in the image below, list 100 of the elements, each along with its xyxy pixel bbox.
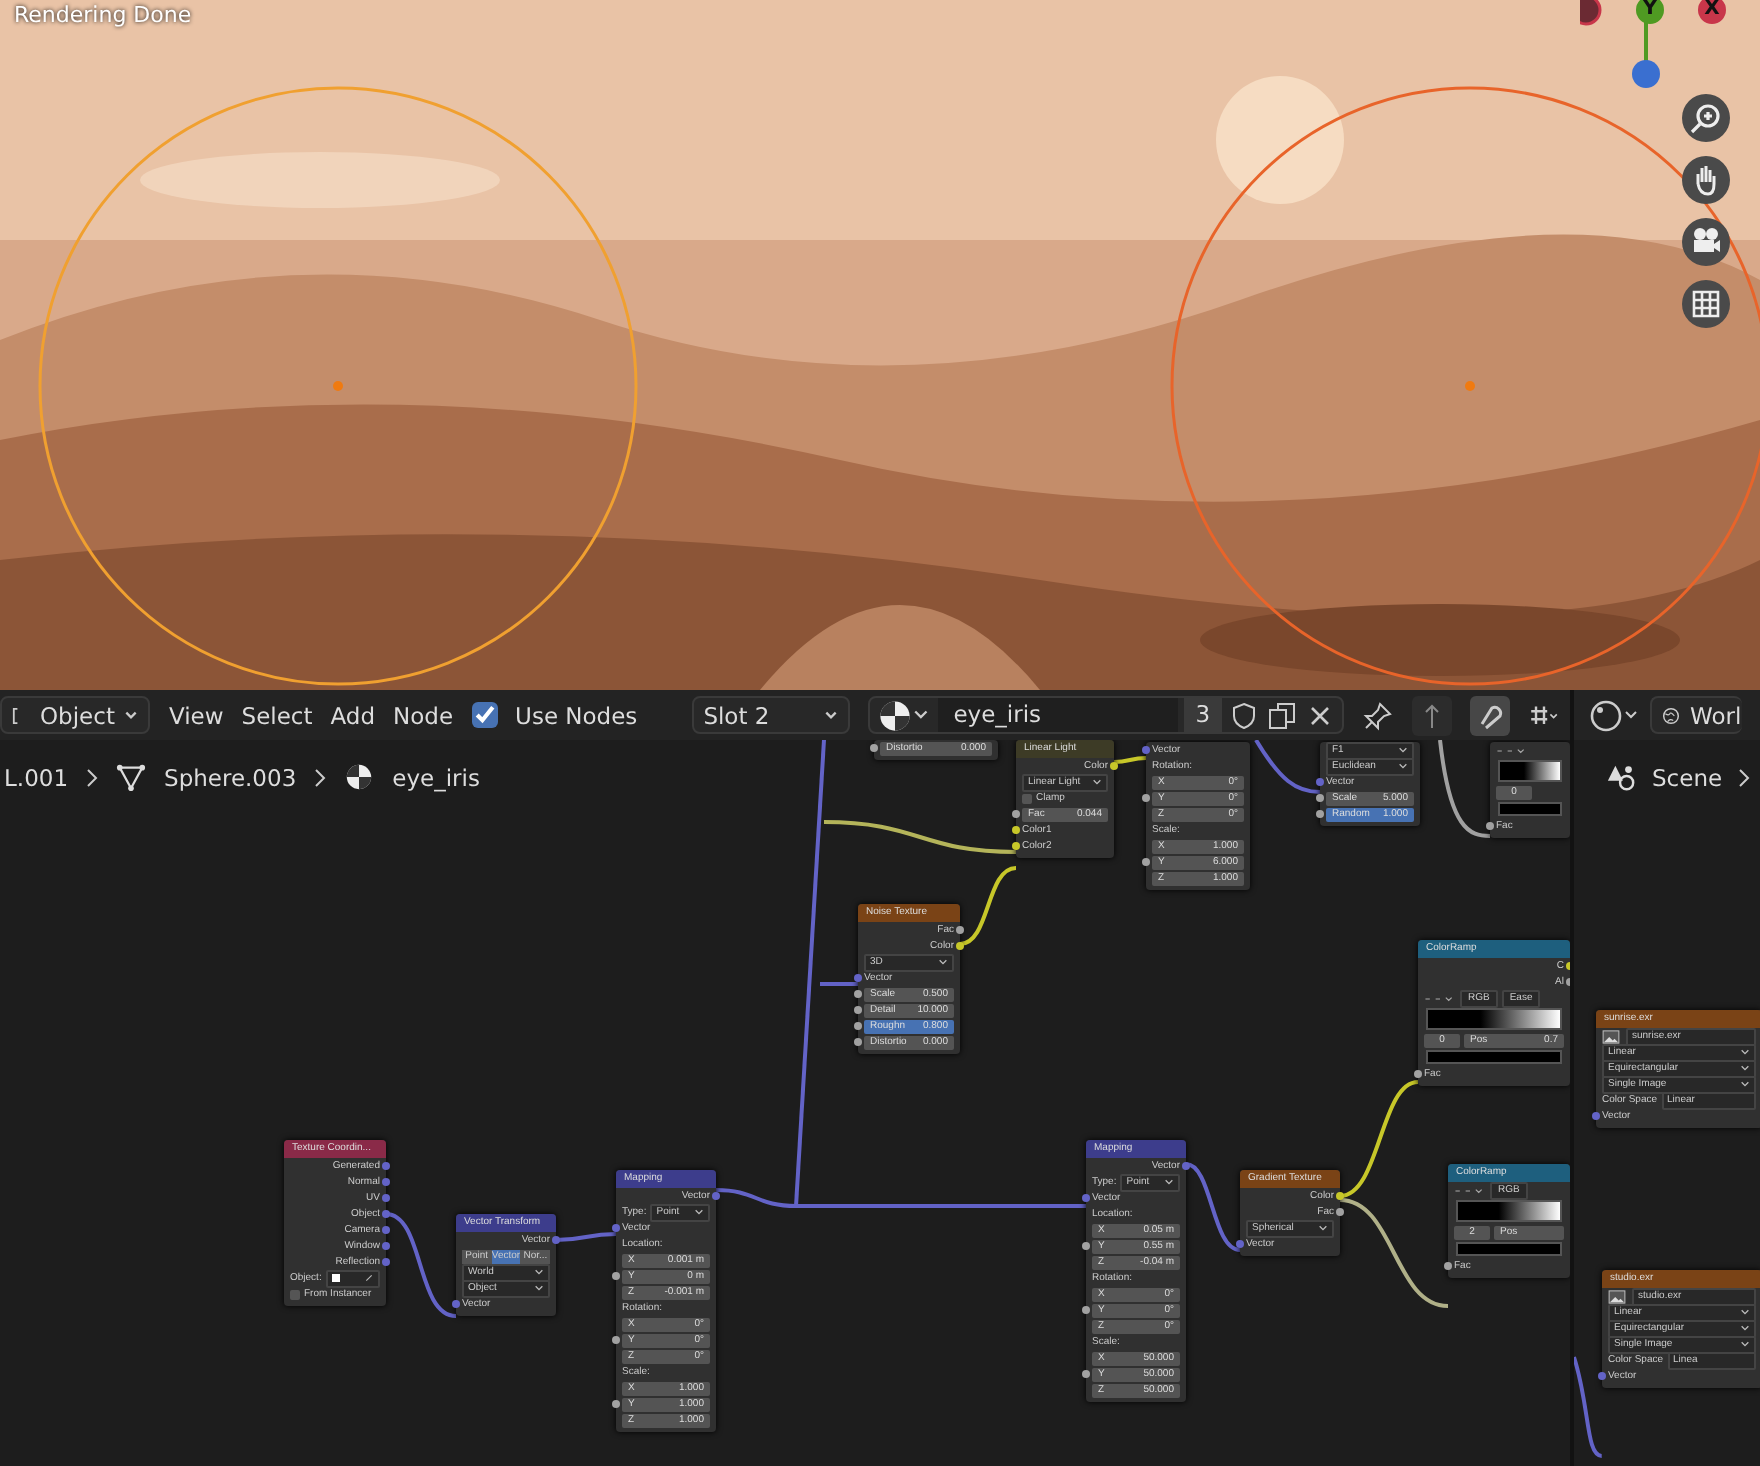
socket-dot[interactable]	[1598, 1372, 1606, 1380]
node-link[interactable]	[555, 1232, 617, 1242]
ramp-tools-icon[interactable]	[1454, 1185, 1486, 1195]
color-ramp-gradient[interactable]	[1456, 1200, 1562, 1222]
socket-dot[interactable]	[382, 1258, 390, 1266]
eyedropper-icon[interactable]	[364, 1274, 374, 1282]
menu-item[interactable]: Node	[393, 701, 454, 729]
node-link[interactable]	[385, 1212, 457, 1318]
node-link[interactable]	[959, 866, 1017, 946]
color-swatch[interactable]	[1456, 1242, 1562, 1256]
breadcrumb-item[interactable]: eye_iris	[392, 763, 480, 791]
node-link[interactable]	[1574, 1356, 1603, 1458]
object-field[interactable]	[325, 1269, 380, 1287]
checkbox[interactable]	[290, 1289, 300, 1299]
socket-dot[interactable]	[1012, 810, 1020, 818]
caret-icon	[823, 710, 838, 720]
socket-dot[interactable]	[382, 1194, 390, 1202]
checkbox[interactable]	[471, 702, 498, 728]
menu-item[interactable]: Add	[330, 701, 376, 729]
socket-dot[interactable]	[854, 990, 862, 998]
socket-dot[interactable]	[382, 1162, 390, 1170]
socket-dot[interactable]	[956, 942, 964, 950]
checkbox[interactable]	[1022, 793, 1032, 803]
color-swatch[interactable]	[1426, 1050, 1562, 1064]
socket-dot[interactable]	[382, 1210, 390, 1218]
socket-dot[interactable]	[382, 1226, 390, 1234]
socket-dot[interactable]	[1336, 1208, 1344, 1216]
socket-dot[interactable]	[712, 1192, 720, 1200]
chevron-icon	[1738, 767, 1751, 787]
node-link[interactable]	[1339, 1198, 1449, 1308]
node-link[interactable]	[1185, 1162, 1241, 1252]
socket-dot[interactable]	[612, 1224, 620, 1232]
socket-dot[interactable]	[1592, 1112, 1600, 1120]
breadcrumb-item[interactable]: Scene	[1652, 763, 1723, 791]
socket-dot[interactable]	[382, 1178, 390, 1186]
magnet-icon[interactable]	[1470, 695, 1511, 735]
socket-dot[interactable]	[1142, 794, 1150, 802]
chevron-icon	[314, 767, 327, 787]
node-link[interactable]	[820, 982, 858, 986]
grid-icon[interactable]	[1682, 280, 1730, 328]
socket-dot[interactable]	[870, 744, 878, 752]
socket-dot[interactable]	[854, 1022, 862, 1030]
menu-item[interactable]: View	[168, 701, 224, 729]
socket-dot[interactable]	[1082, 1306, 1090, 1314]
socket-dot[interactable]	[1414, 1070, 1422, 1078]
image-icon[interactable]	[1602, 1029, 1620, 1043]
camera-icon[interactable]	[1682, 218, 1730, 266]
socket-dot[interactable]	[1012, 842, 1020, 850]
node-link[interactable]	[1113, 756, 1147, 764]
socket-dot[interactable]	[552, 1236, 560, 1244]
socket-dot[interactable]	[1182, 1162, 1190, 1170]
socket-dot[interactable]	[1336, 1192, 1344, 1200]
mode-dropdown[interactable]: Object	[0, 696, 151, 734]
axis-label[interactable]: Y	[1636, 0, 1664, 24]
menu-item[interactable]: Select	[241, 701, 313, 729]
node-link[interactable]	[1339, 1080, 1419, 1198]
socket-dot[interactable]	[452, 1300, 460, 1308]
color-ramp-gradient[interactable]	[1498, 760, 1562, 782]
socket-dot[interactable]	[612, 1336, 620, 1344]
socket-dot[interactable]	[956, 926, 964, 934]
socket-dot[interactable]	[1316, 794, 1324, 802]
node-link[interactable]	[823, 820, 1017, 854]
node-link[interactable]	[1254, 738, 1321, 794]
socket-dot[interactable]	[1142, 858, 1150, 866]
socket-dot[interactable]	[382, 1242, 390, 1250]
axis-label[interactable]: X	[1698, 0, 1726, 24]
socket-dot[interactable]	[854, 1006, 862, 1014]
color-swatch[interactable]	[1498, 802, 1562, 816]
light-circle[interactable]	[38, 86, 638, 686]
node-link[interactable]	[1438, 739, 1491, 838]
socket-dot[interactable]	[854, 974, 862, 982]
color-ramp-gradient[interactable]	[1426, 1008, 1562, 1030]
pin-icon[interactable]	[1362, 699, 1395, 731]
socket-dot[interactable]	[854, 1038, 862, 1046]
ramp-tools-icon[interactable]	[1424, 993, 1456, 1003]
socket-dot[interactable]	[1082, 1194, 1090, 1202]
socket-dot[interactable]	[1316, 810, 1324, 818]
world-selector[interactable]: Worl	[1650, 696, 1742, 734]
socket-dot[interactable]	[1444, 1262, 1452, 1270]
socket-dot[interactable]	[1486, 822, 1494, 830]
socket-dot[interactable]	[612, 1400, 620, 1408]
socket-dot[interactable]	[1082, 1242, 1090, 1250]
zoom-icon[interactable]	[1682, 94, 1730, 142]
image-icon[interactable]	[1608, 1289, 1626, 1303]
hand-icon[interactable]	[1682, 156, 1730, 204]
socket-dot[interactable]	[1316, 778, 1324, 786]
breadcrumb-item[interactable]: L.001	[4, 763, 69, 791]
node-link[interactable]	[715, 1188, 797, 1208]
breadcrumb-item[interactable]: Sphere.003	[164, 763, 297, 791]
socket-dot[interactable]	[1110, 762, 1118, 770]
node-link[interactable]	[794, 739, 826, 1207]
socket-dot[interactable]	[1142, 746, 1150, 754]
socket-dot[interactable]	[1012, 826, 1020, 834]
socket-dot[interactable]	[1236, 1240, 1244, 1248]
socket-dot[interactable]	[612, 1272, 620, 1280]
globe-icon	[1662, 703, 1680, 727]
shading-icon[interactable]	[1586, 697, 1642, 733]
slot-dropdown[interactable]: Slot 2	[691, 696, 850, 734]
socket-dot[interactable]	[1082, 1370, 1090, 1378]
node-link[interactable]	[796, 1204, 1086, 1208]
